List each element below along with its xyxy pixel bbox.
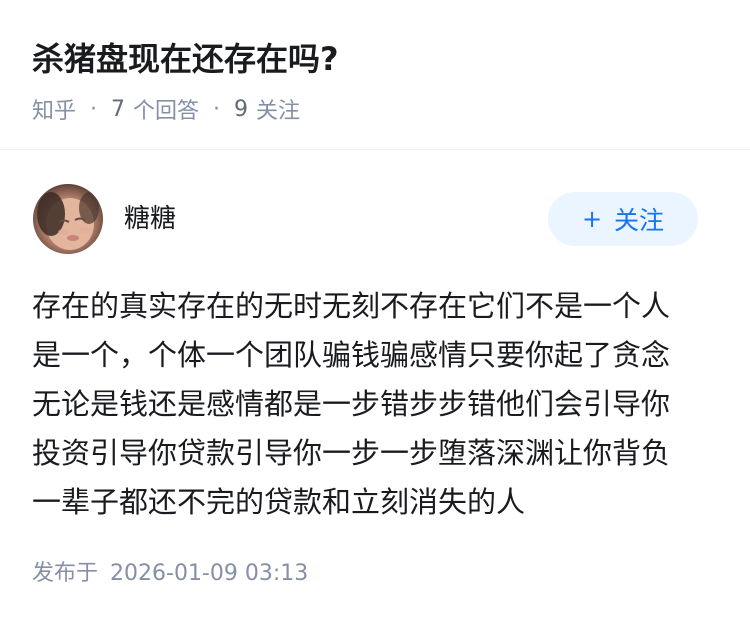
answer-line: 一辈子都还不完的贷款和立刻消失的人: [32, 485, 526, 519]
follow-button[interactable]: + 关注: [548, 192, 698, 246]
meta-separator: ·: [90, 96, 98, 122]
answers-label[interactable]: 个回答: [133, 93, 199, 125]
question-title[interactable]: 杀猪盘现在还存在吗?: [32, 36, 339, 82]
publish-time: 发布于 2026-01-09 03:13: [32, 555, 308, 587]
answer-line: 投资引导你贷款引导你一步一步堕落深渊让你背负: [32, 436, 671, 470]
question-header: 杀猪盘现在还存在吗? 知乎 · 7 个回答 · 9 关注: [0, 0, 750, 150]
avatar-photo-icon: [37, 192, 99, 250]
plus-icon: +: [581, 205, 603, 233]
answer-line: 是一个，个体一个团队骗钱骗感情只要你起了贪念: [32, 338, 671, 372]
follow-button-label: 关注: [614, 206, 665, 235]
answer-line: 无论是钱还是感情都是一步错步步错他们会引导你: [32, 387, 671, 421]
avatar[interactable]: [33, 184, 103, 254]
followers-label[interactable]: 关注: [256, 93, 300, 125]
answer-line: 存在的真实存在的无时无刻不存在它们不是一个人: [32, 289, 671, 323]
answer-content[interactable]: 存在的真实存在的无时无刻不存在它们不是一个人 是一个，个体一个团队骗钱骗感情只要…: [32, 282, 712, 527]
followers-count: 9: [234, 96, 249, 122]
source-label[interactable]: 知乎: [32, 93, 76, 125]
answers-count: 7: [111, 96, 126, 122]
author-name[interactable]: 糖糖: [124, 202, 176, 236]
question-meta: 知乎 · 7 个回答 · 9 关注: [32, 92, 300, 126]
publish-label: 发布于: [32, 561, 99, 586]
publish-date: 2026-01-09 03:13: [110, 561, 309, 586]
meta-separator: ·: [213, 96, 221, 122]
